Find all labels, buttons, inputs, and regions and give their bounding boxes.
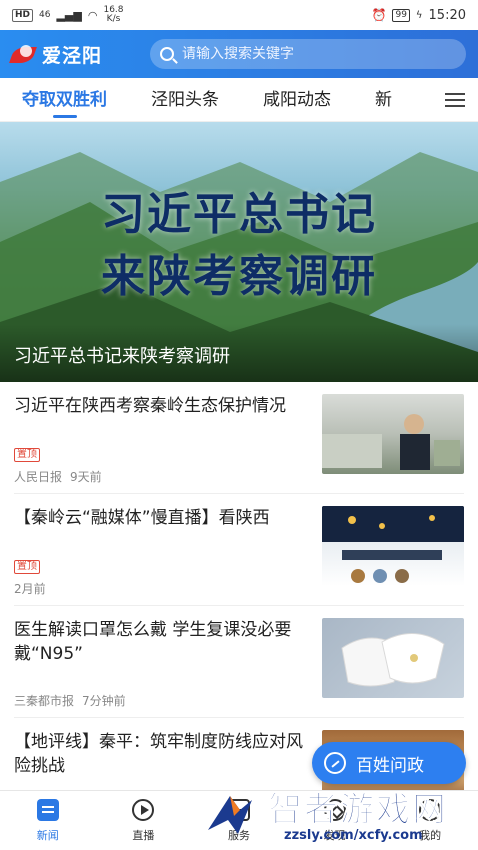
tab-xianyang-news[interactable]: 咸阳动态: [241, 78, 353, 121]
banner-headline-line1: 习近平总书记: [101, 189, 377, 240]
news-meta: 人民日报 9天前: [14, 468, 102, 485]
alarm-icon: ⏰: [371, 8, 387, 22]
news-time: 2月前: [14, 582, 46, 596]
search-bar[interactable]: [150, 39, 466, 69]
citizen-inquiry-button[interactable]: 百姓问政: [312, 742, 466, 784]
status-left: HD 46 ▂▄▆ ◠ 16.8 K/s: [12, 6, 124, 24]
logo-icon: [9, 43, 38, 65]
hd-badge: HD: [12, 8, 34, 22]
tab-more-partial[interactable]: 新: [353, 78, 414, 121]
news-source: 人民日报: [14, 470, 63, 484]
news-meta: 2月前: [14, 580, 46, 597]
network-speed: 16.8 K/s: [103, 6, 123, 24]
search-icon: [160, 47, 174, 61]
news-thumbnail: [322, 618, 464, 698]
news-title: 医生解读口罩怎么戴 学生复课没必要戴“N95”: [14, 620, 292, 664]
signal-icon: 46: [39, 10, 51, 20]
live-icon: [132, 798, 155, 821]
news-title: 【地评线】秦平：筑牢制度防线应对风险挑战: [14, 732, 303, 776]
citizen-inquiry-label: 百姓问政: [356, 755, 424, 776]
pinned-badge: 置顶: [14, 448, 40, 462]
logo-text: 爱泾阳: [42, 44, 103, 67]
nav-live[interactable]: 直播: [96, 791, 192, 850]
status-bar: HD 46 ▂▄▆ ◠ 16.8 K/s ⏰ 99 ϟ 15:20: [0, 0, 478, 30]
news-title: 【秦岭云“融媒体”慢直播】看陕西: [14, 508, 270, 528]
news-title: 习近平在陕西考察秦岭生态保护情况: [14, 396, 286, 416]
battery-indicator: 99: [392, 8, 410, 22]
nav-news-label: 新闻: [36, 828, 59, 842]
category-tabs: 夺取双胜利 泾阳头条 咸阳动态 新: [0, 78, 478, 122]
news-meta: 三秦都市报 7分钟前: [14, 692, 126, 709]
tab-jingyang-headlines[interactable]: 泾阳头条: [129, 78, 241, 121]
banner-headline: 习近平总书记 来陕考察调研: [0, 184, 478, 308]
status-right: ⏰ 99 ϟ 15:20: [372, 8, 466, 23]
search-input[interactable]: [182, 46, 442, 62]
nav-live-label: 直播: [132, 828, 155, 842]
nav-profile[interactable]: 我的: [382, 791, 478, 850]
featured-banner[interactable]: 习近平总书记 来陕考察调研 习近平总书记来陕考察调研: [0, 122, 478, 382]
charging-icon: ϟ: [415, 9, 423, 21]
news-time: 9天前: [70, 470, 102, 484]
news-icon: [36, 798, 59, 821]
discover-icon: [323, 798, 346, 821]
nav-discover-label: 发现: [323, 828, 346, 842]
nav-service[interactable]: 服务: [191, 791, 287, 850]
bottom-nav: 新闻 直播 服务 发现 我的: [0, 790, 478, 850]
news-thumbnail: [322, 506, 464, 586]
clock: 15:20: [428, 7, 466, 23]
wifi-icon: ◠: [87, 8, 98, 22]
app-header: 爱泾阳: [0, 30, 478, 78]
news-item[interactable]: 【秦岭云“融媒体”慢直播】看陕西 置顶 2月前: [14, 494, 464, 606]
banner-caption: 习近平总书记来陕考察调研: [0, 324, 478, 382]
profile-icon: [419, 798, 442, 821]
news-time: 7分钟前: [82, 694, 126, 708]
tab-double-victory[interactable]: 夺取双胜利: [0, 78, 129, 121]
nav-news[interactable]: 新闻: [0, 791, 96, 850]
nav-profile-label: 我的: [419, 828, 442, 842]
nav-service-label: 服务: [227, 828, 250, 842]
news-thumbnail: [322, 394, 464, 474]
news-source: 三秦都市报: [14, 694, 75, 708]
menu-icon: [445, 93, 465, 107]
signal-bars-icon: ▂▄▆: [56, 8, 82, 22]
banner-headline-line2: 来陕考察调研: [101, 251, 377, 302]
news-item[interactable]: 习近平在陕西考察秦岭生态保护情况 置顶 人民日报 9天前: [14, 382, 464, 494]
news-item[interactable]: 医生解读口罩怎么戴 学生复课没必要戴“N95” 三秦都市报 7分钟前: [14, 606, 464, 718]
nav-discover[interactable]: 发现: [287, 791, 383, 850]
tab-menu-button[interactable]: [432, 78, 478, 121]
pinned-badge: 置顶: [14, 560, 40, 574]
service-icon: [227, 798, 250, 821]
speed-unit: K/s: [106, 14, 121, 24]
app-logo[interactable]: 爱泾阳: [9, 41, 144, 68]
edit-icon: [324, 752, 346, 774]
